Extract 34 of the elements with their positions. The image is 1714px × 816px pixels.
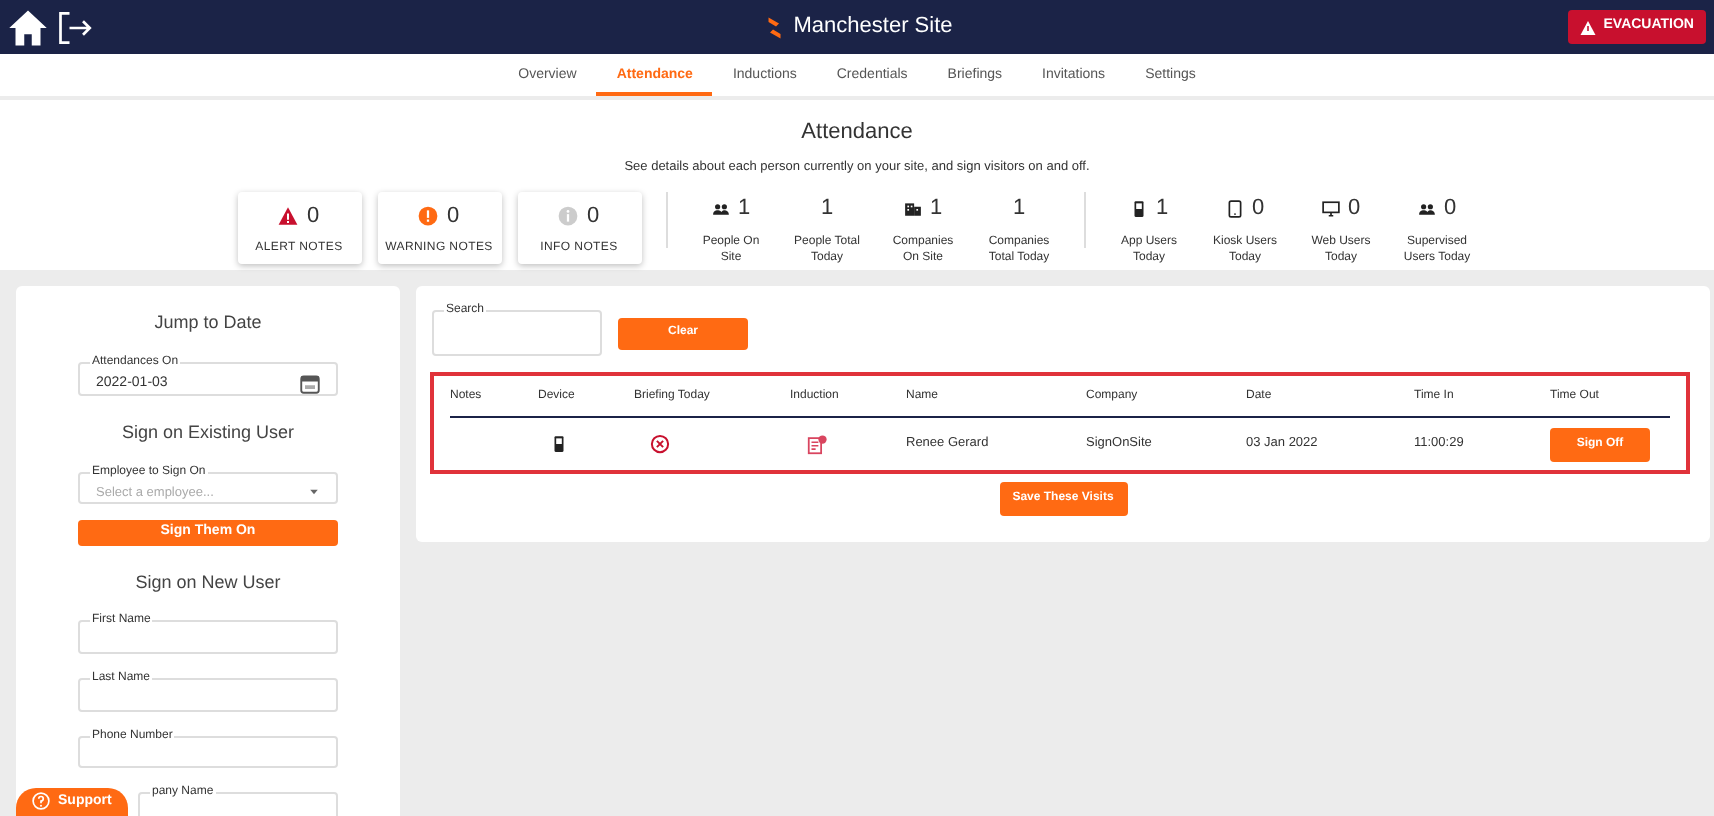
caret-icon — [308, 486, 320, 499]
monitor-icon — [1321, 200, 1340, 218]
exclamation-icon — [418, 205, 439, 226]
stat-count: 0 — [1347, 194, 1361, 225]
cross-circle-icon — [650, 434, 670, 454]
stat-count: 1 — [820, 194, 834, 225]
warning-icon — [1579, 19, 1596, 35]
stat-count: 0 — [1443, 194, 1457, 225]
note-count: 0 — [306, 201, 320, 231]
stat-count: 1 — [1155, 194, 1169, 225]
note-count: 0 — [586, 201, 600, 231]
people-icon — [1417, 200, 1436, 218]
site-title: Manchester Site — [793, 12, 953, 43]
page-title: Attendance — [799, 118, 915, 148]
stat-count: 1 — [1012, 194, 1026, 225]
stat-count: 0 — [1251, 194, 1265, 225]
tablet-icon — [1225, 200, 1244, 218]
stat-count: 1 — [929, 194, 943, 225]
info-icon — [558, 205, 579, 226]
section-heading: Jump to Date — [154, 310, 262, 336]
logout-icon[interactable] — [56, 9, 92, 45]
section-heading: Sign on New User — [135, 569, 281, 596]
document-icon — [806, 433, 828, 455]
mobile-phone-icon — [1129, 200, 1148, 218]
building-icon — [903, 200, 922, 218]
warning-icon — [278, 205, 299, 226]
home-icon[interactable] — [8, 7, 48, 47]
calendar-icon — [300, 373, 320, 394]
note-count: 0 — [446, 201, 460, 231]
mobile-phone-icon — [550, 434, 568, 454]
stat-count: 1 — [737, 194, 751, 225]
help-icon — [32, 792, 50, 811]
people-icon — [711, 200, 730, 218]
section-heading: Sign on Existing User — [121, 420, 295, 446]
